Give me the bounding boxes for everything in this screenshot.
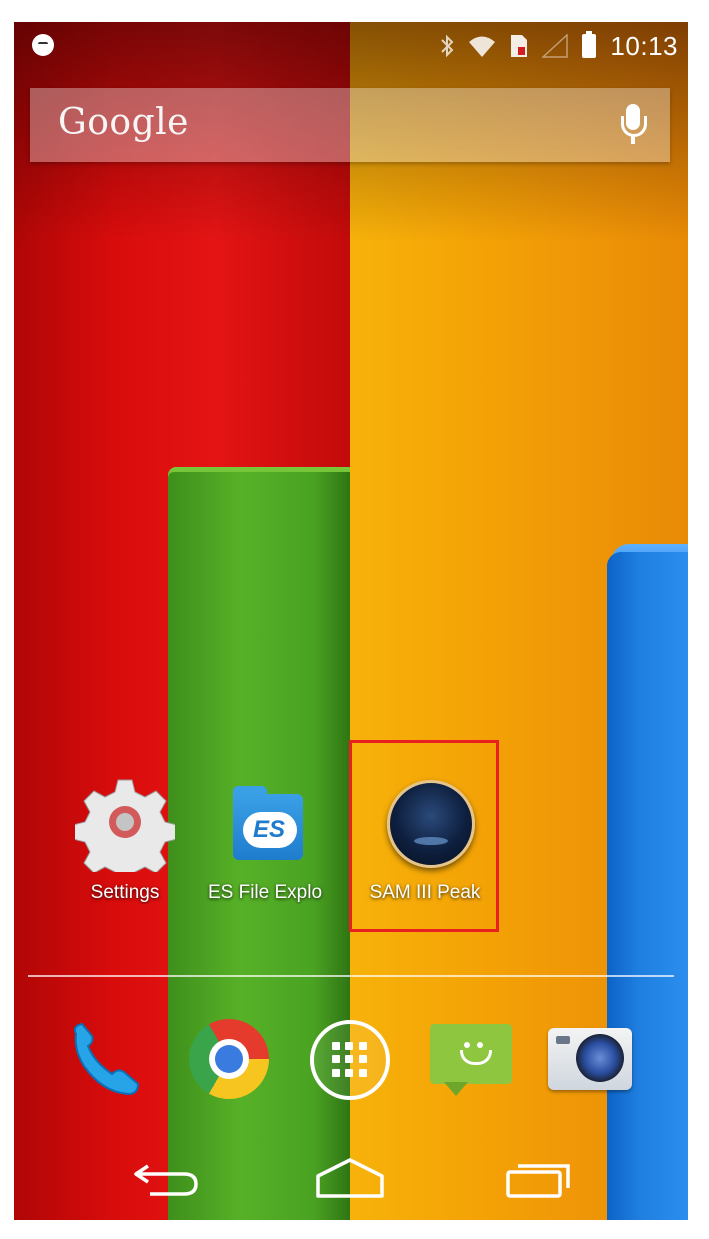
messaging-app[interactable]: [424, 1014, 514, 1104]
gear-icon: [72, 779, 178, 885]
highlight-box: [349, 740, 499, 932]
back-button[interactable]: [126, 1152, 206, 1202]
es-file-explorer-app[interactable]: ES ES File Explo: [200, 772, 330, 904]
google-logo[interactable]: Google: [58, 102, 189, 143]
sim-card-icon: [511, 35, 528, 57]
wifi-icon: [469, 36, 496, 57]
home-icon: [316, 1158, 384, 1198]
messaging-icon: [430, 1024, 512, 1096]
es-file-explorer-icon: ES: [233, 784, 303, 860]
chrome-app[interactable]: [184, 1014, 274, 1104]
recent-apps-icon: [506, 1164, 570, 1198]
wallpaper-blue-pillar: [607, 552, 688, 1220]
microphone-icon[interactable]: [618, 102, 648, 148]
cell-signal-icon: [542, 34, 569, 58]
camera-app[interactable]: [544, 1014, 634, 1104]
app-drawer-button[interactable]: [304, 1014, 394, 1104]
phone-app[interactable]: [62, 1014, 152, 1104]
dock-divider: [28, 975, 674, 977]
settings-app[interactable]: Settings: [60, 772, 190, 904]
motorola-logo-icon: [32, 34, 54, 56]
app-drawer-icon: [310, 1020, 390, 1100]
status-bar: 10:13: [14, 22, 688, 70]
home-button[interactable]: [310, 1152, 390, 1202]
camera-icon: [548, 1028, 632, 1090]
back-icon: [134, 1164, 198, 1196]
battery-icon: [582, 31, 597, 58]
google-search-bar[interactable]: Google: [30, 88, 670, 162]
home-screen: 10:13 Google Settings ES ES File Explo S…: [14, 22, 688, 1220]
app-label: ES File Explo: [207, 882, 323, 903]
bluetooth-icon: [441, 34, 454, 58]
chrome-icon: [189, 1019, 269, 1099]
clock: 10:13: [610, 30, 678, 61]
recent-apps-button[interactable]: [500, 1152, 580, 1202]
app-label: Settings: [90, 882, 160, 903]
phone-icon: [73, 1022, 140, 1096]
status-icons: 10:13: [440, 30, 678, 62]
